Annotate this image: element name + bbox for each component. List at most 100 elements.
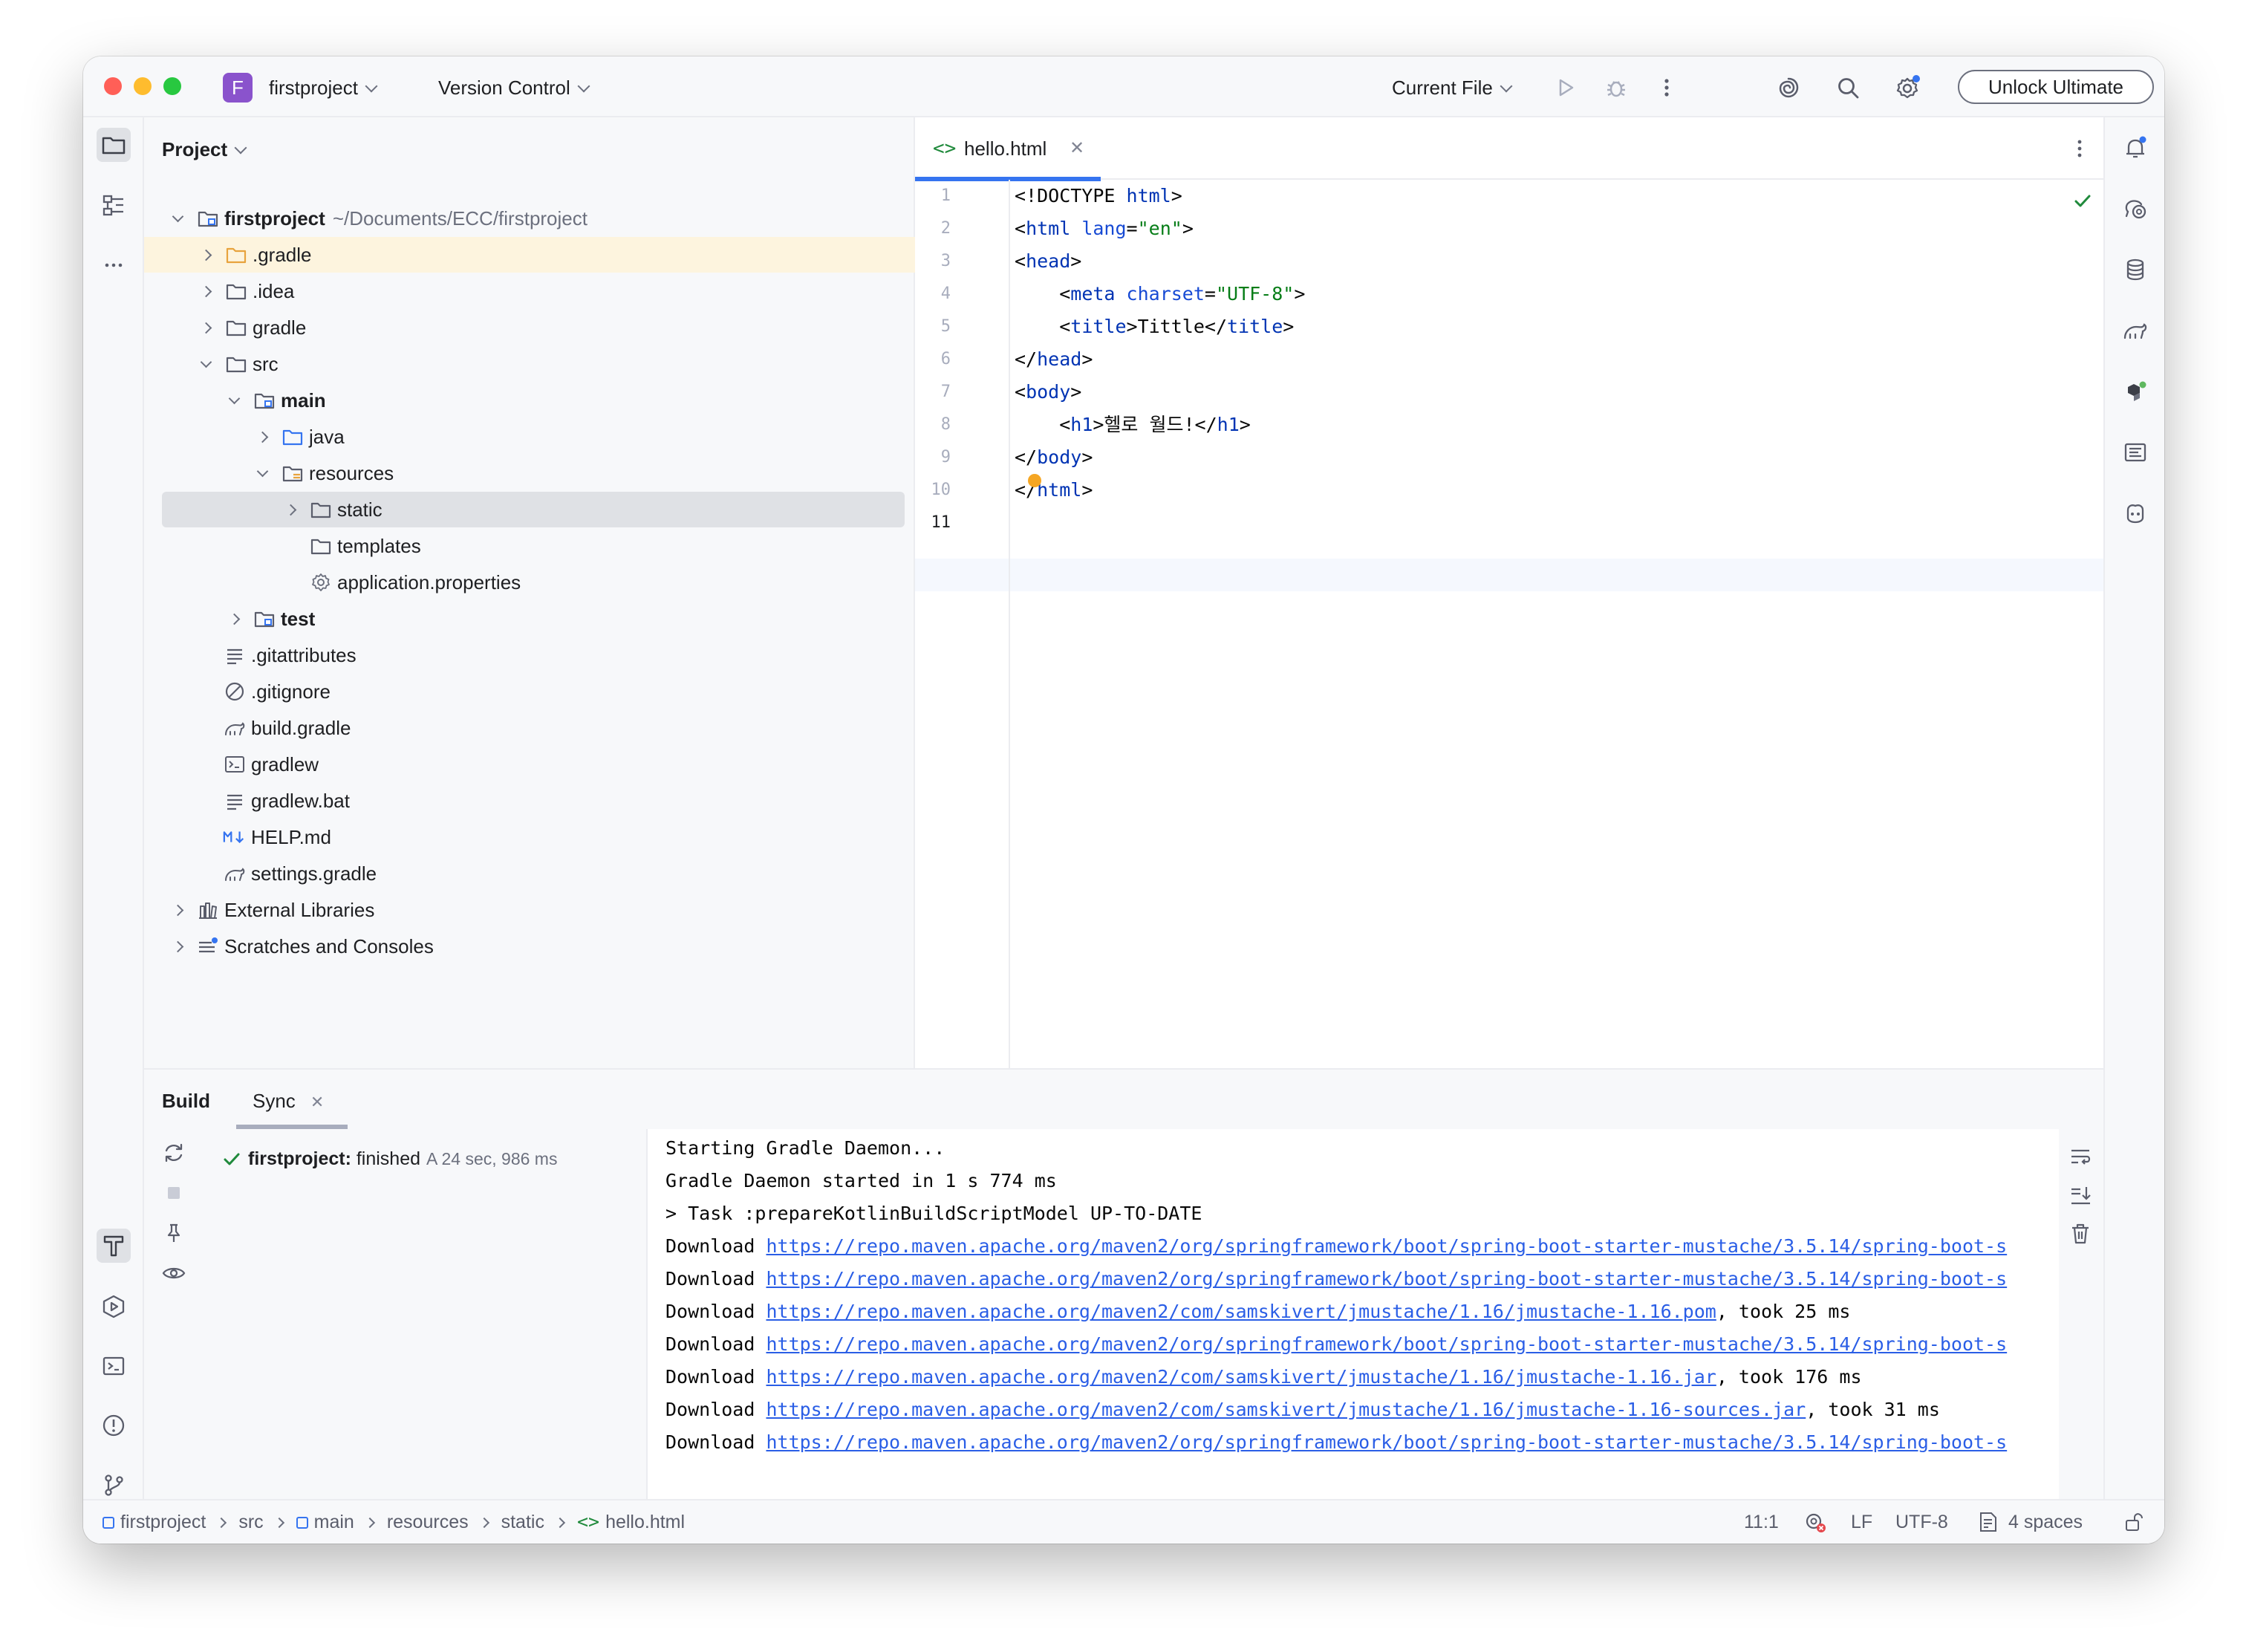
editor-tabs-menu-icon[interactable] (2075, 137, 2084, 160)
tree-item-dot-idea[interactable]: .idea (144, 273, 915, 309)
soft-wrap-icon[interactable] (2068, 1144, 2093, 1169)
breadcrumb-item[interactable]: hello.html (605, 1512, 685, 1532)
expand-arrow-icon[interactable] (226, 611, 242, 627)
download-link[interactable]: https://repo.maven.apache.org/maven2/org… (766, 1431, 2007, 1453)
indent-setting[interactable]: 4 spaces (1977, 1500, 2083, 1544)
caret-position[interactable]: 11:1 (1744, 1500, 1779, 1544)
read-only-toggle-icon[interactable] (2123, 1500, 2148, 1544)
tree-item-resources[interactable]: resources (144, 455, 915, 491)
tree-item-firstproject[interactable]: firstproject ~/Documents/ECC/firstprojec… (144, 201, 915, 236)
project-tool-icon[interactable] (97, 128, 131, 162)
services-tool-icon[interactable] (97, 1290, 131, 1324)
expand-arrow-icon[interactable] (282, 501, 299, 518)
endpoints-icon[interactable] (2118, 435, 2152, 469)
close-tab-icon[interactable]: ✕ (310, 1093, 324, 1111)
more-actions-icon[interactable] (1652, 73, 1682, 103)
expand-arrow-icon[interactable] (198, 283, 214, 299)
expand-arrow-icon[interactable] (198, 247, 214, 263)
expand-arrow-icon[interactable] (169, 938, 186, 955)
problems-tool-icon[interactable] (97, 1408, 131, 1443)
tree-item-src[interactable]: src (144, 346, 915, 382)
intention-bulb-icon[interactable] (1028, 474, 1041, 487)
download-link[interactable]: https://repo.maven.apache.org/maven2/com… (766, 1366, 1716, 1388)
expand-arrow-icon[interactable] (169, 902, 186, 918)
more-tools-icon[interactable] (97, 248, 131, 282)
zoom-window-button[interactable] (163, 77, 181, 95)
vcs-menu[interactable]: Version Control (438, 73, 590, 103)
eye-icon[interactable] (160, 1260, 187, 1287)
structure-tool-icon[interactable] (97, 189, 131, 223)
close-tab-icon[interactable]: ✕ (1070, 135, 1084, 162)
download-link[interactable]: https://repo.maven.apache.org/maven2/com… (766, 1399, 1806, 1420)
status-bar: firstproject src main resources static <> hell… (83, 1499, 2164, 1544)
project-badge[interactable]: F (223, 73, 253, 103)
project-switcher[interactable]: firstproject (269, 73, 378, 103)
project-panel-title[interactable]: Project (162, 138, 247, 161)
tab-hello-html[interactable]: <> hello.html ✕ (915, 117, 1101, 181)
tree-item-settings-gradle[interactable]: settings.gradle (144, 856, 915, 891)
no-problems-check-icon[interactable] (2071, 189, 2094, 212)
breadcrumb-item[interactable]: main (314, 1512, 354, 1532)
close-window-button[interactable] (104, 77, 122, 95)
notifications-bell-icon[interactable] (2118, 131, 2152, 165)
expand-arrow-icon[interactable] (254, 429, 270, 445)
tree-item-application-properties[interactable]: application.properties (144, 565, 915, 600)
rerun-sync-icon[interactable] (160, 1139, 187, 1166)
build-status-item[interactable]: firstproject: finished A 24 sec, 986 ms (224, 1145, 557, 1172)
download-link[interactable]: https://repo.maven.apache.org/maven2/org… (766, 1235, 2007, 1257)
file-encoding[interactable]: UTF-8 (1895, 1500, 1948, 1544)
tree-item-gradle[interactable]: gradle (144, 310, 915, 345)
tree-item-static[interactable]: static (162, 492, 905, 527)
breadcrumb-item[interactable]: resources (387, 1512, 469, 1532)
debug-icon[interactable] (1601, 73, 1631, 103)
settings-gear-icon[interactable] (1892, 73, 1922, 103)
terminal-tool-icon[interactable] (97, 1349, 131, 1383)
ai-assistant-icon[interactable] (1774, 73, 1803, 103)
scroll-to-end-icon[interactable] (2068, 1183, 2093, 1208)
line-separator[interactable]: LF (1851, 1500, 1872, 1544)
build-tool-icon[interactable] (97, 1229, 131, 1263)
expand-arrow-icon[interactable] (226, 392, 242, 409)
tree-item-help-md[interactable]: HELP.md (144, 819, 915, 855)
tree-item-external-libraries[interactable]: External Libraries (144, 892, 915, 928)
tree-item-build-gradle[interactable]: build.gradle (144, 710, 915, 746)
tab-sync[interactable]: Sync ✕ (253, 1087, 324, 1116)
ai-status-icon[interactable] (1803, 1500, 1829, 1544)
tree-item-gradlew-bat[interactable]: gradlew.bat (144, 783, 915, 819)
run-config-selector[interactable]: Current File (1392, 73, 1513, 103)
copilot-icon[interactable] (2118, 496, 2152, 530)
plugin-puzzle-icon[interactable] (2118, 374, 2152, 409)
stop-icon[interactable] (160, 1180, 187, 1206)
git-tool-icon[interactable] (97, 1468, 131, 1502)
unlock-ultimate-button[interactable]: Unlock Ultimate (1958, 70, 2154, 104)
expand-arrow-icon[interactable] (198, 356, 214, 372)
gradle-tool-icon[interactable] (2118, 313, 2152, 348)
download-link[interactable]: https://repo.maven.apache.org/maven2/org… (766, 1268, 2007, 1290)
tree-item-main[interactable]: main (144, 383, 915, 418)
tree-item-templates[interactable]: templates (144, 528, 915, 564)
breadcrumb-item[interactable]: firstproject (120, 1512, 206, 1532)
tree-item-test[interactable]: test (144, 601, 915, 637)
database-icon[interactable] (2118, 253, 2152, 287)
download-link[interactable]: https://repo.maven.apache.org/maven2/com… (766, 1301, 1716, 1322)
expand-arrow-icon[interactable] (254, 465, 270, 481)
expand-arrow-icon[interactable] (169, 210, 186, 227)
tree-item-scratches-and-consoles[interactable]: Scratches and Consoles (144, 929, 915, 964)
breadcrumb-item[interactable]: static (501, 1512, 544, 1532)
search-icon[interactable] (1833, 73, 1863, 103)
build-console-output[interactable]: Starting Gradle Daemon... Gradle Daemon … (648, 1129, 2059, 1500)
ai-chat-icon[interactable] (2118, 192, 2152, 226)
pin-icon[interactable] (160, 1220, 187, 1246)
tree-item-dot-gradle[interactable]: .gradle (144, 237, 915, 273)
expand-arrow-icon[interactable] (198, 319, 214, 336)
breadcrumb-item[interactable]: src (238, 1512, 263, 1532)
minimize-window-button[interactable] (134, 77, 152, 95)
tree-item-label: build.gradle (251, 717, 351, 739)
run-icon[interactable] (1551, 73, 1581, 103)
trash-icon[interactable] (2068, 1221, 2093, 1246)
tree-item-gradlew[interactable]: gradlew (144, 747, 915, 782)
tree-item-gitattributes[interactable]: .gitattributes (144, 637, 915, 673)
tree-item-gitignore[interactable]: .gitignore (144, 674, 915, 709)
tree-item-java[interactable]: java (144, 419, 915, 455)
download-link[interactable]: https://repo.maven.apache.org/maven2/org… (766, 1333, 2007, 1355)
